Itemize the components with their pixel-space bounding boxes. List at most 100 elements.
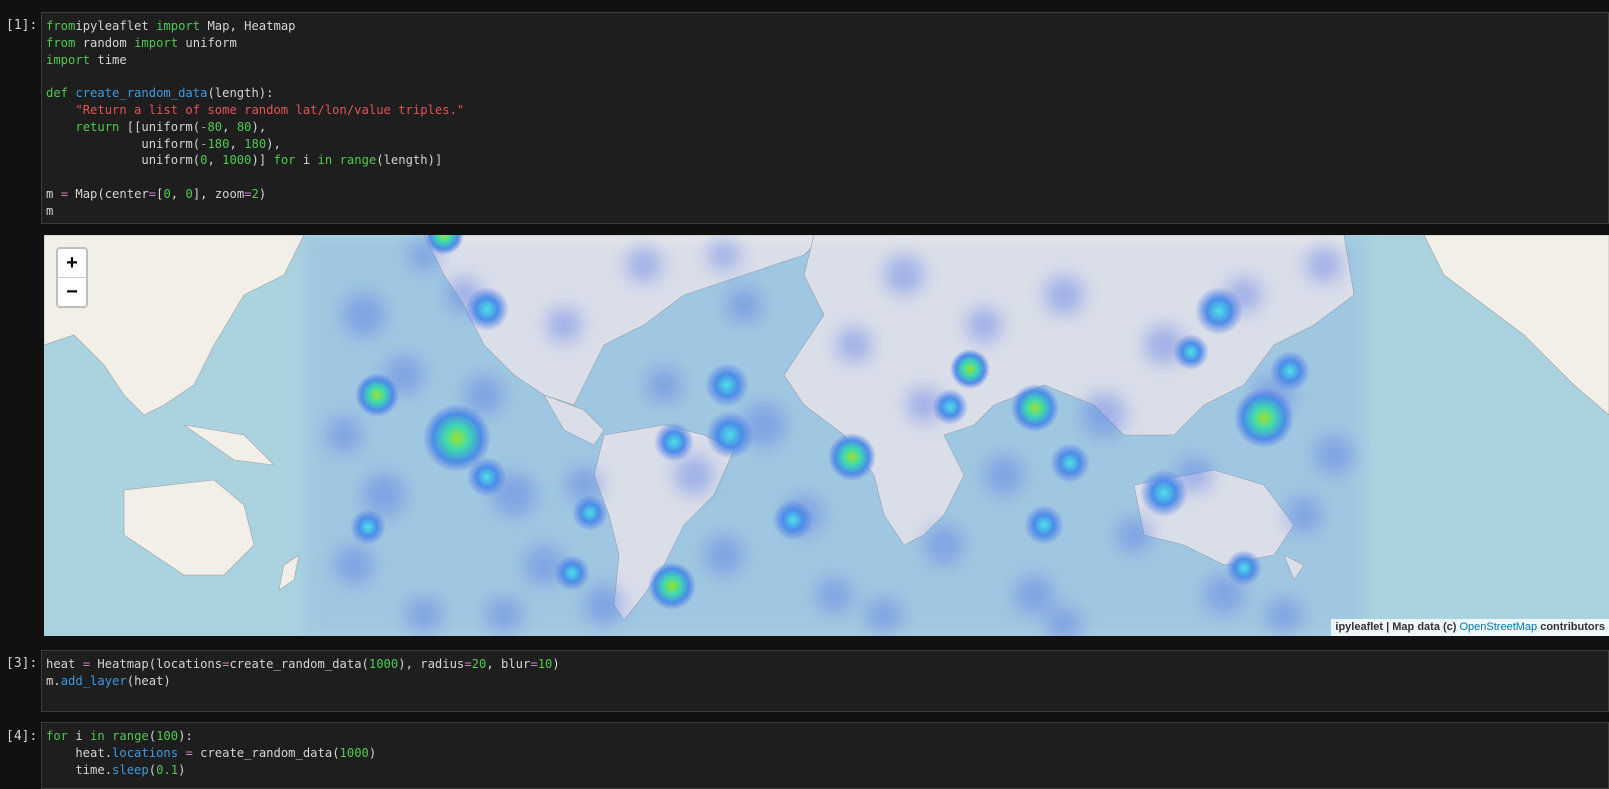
code-token: 1000	[339, 745, 369, 760]
code-token: from	[46, 19, 76, 33]
code-token: heat	[46, 657, 83, 671]
code-token: ipyleaflet	[75, 19, 157, 33]
code-token: =	[148, 186, 157, 201]
code-token: )]	[251, 153, 274, 168]
code-token: uniform	[178, 35, 237, 50]
code-token: 80	[236, 119, 252, 134]
code-token: uniform(	[46, 136, 201, 151]
code-token: 10	[537, 657, 553, 671]
code-token: m.	[46, 673, 61, 688]
code-token: 0.1	[156, 762, 179, 777]
code-token: (length)]	[376, 153, 443, 168]
zoom-out-button[interactable]: −	[58, 277, 86, 306]
code-token: for	[46, 729, 69, 743]
code-cell-4[interactable]: for i in range(100): heat.locations = cr…	[41, 722, 1609, 789]
code-token: )	[258, 186, 267, 201]
code-token: add_layer	[60, 673, 127, 688]
code-token: import	[46, 52, 91, 67]
code-token: ,	[170, 186, 186, 201]
code-token: import	[156, 19, 201, 33]
map-attribution: ipyleaflet | Map data (c) OpenStreetMap …	[1331, 619, 1609, 636]
attribution-suffix: contributors	[1537, 621, 1605, 633]
code-token: create_random_data(	[192, 745, 340, 760]
code-token: 2	[251, 186, 259, 201]
code-token: Map, Heatmap	[200, 19, 296, 33]
code-token: =	[244, 186, 252, 201]
code-token: in	[90, 729, 105, 743]
code-token: from	[46, 35, 76, 50]
code-token: ], zoom	[192, 186, 245, 201]
openstreetmap-link[interactable]: OpenStreetMap	[1460, 621, 1538, 633]
code-token: 180	[207, 136, 230, 151]
code-token: 180	[244, 136, 267, 151]
code-token: 1000	[222, 153, 252, 168]
code-token: =	[60, 186, 69, 201]
code-token: )	[368, 745, 377, 760]
code-token: ),	[266, 136, 281, 151]
code-token: ,	[207, 153, 223, 168]
cell-prompt: [3]:	[6, 656, 38, 671]
code-token: ,	[229, 136, 245, 151]
code-editor[interactable]: fromipyleaflet import Map, Heatmap from …	[42, 13, 1608, 225]
code-token: (	[148, 762, 157, 777]
code-token: =	[185, 745, 193, 760]
code-token: in	[317, 153, 333, 168]
code-token: )	[178, 762, 186, 777]
code-token: return	[75, 119, 120, 134]
code-token: create_random_data	[75, 86, 208, 101]
code-token: locations	[112, 745, 179, 760]
code-token: m	[46, 203, 54, 218]
code-token: 100	[156, 729, 179, 743]
cell-prompt: [1]:	[6, 18, 38, 33]
code-token: range	[112, 729, 149, 743]
cell-prompt: [4]:	[6, 729, 38, 744]
code-token: (heat)	[126, 673, 171, 688]
attribution-prefix: ipyleaflet | Map data (c)	[1335, 621, 1460, 633]
code-token: 20	[471, 657, 487, 671]
code-cell-3[interactable]: heat = Heatmap(locations=create_random_d…	[41, 650, 1609, 712]
code-token: m	[46, 186, 61, 201]
code-token: Heatmap(locations	[90, 657, 223, 671]
code-token: import	[134, 35, 179, 50]
code-editor[interactable]: heat = Heatmap(locations=create_random_d…	[42, 651, 1608, 695]
code-token: ,	[222, 119, 237, 134]
code-token: "Return a list of some random lat/lon/va…	[75, 102, 465, 117]
code-token: i	[68, 729, 91, 743]
code-token: def	[46, 86, 69, 101]
map-canvas[interactable]	[44, 235, 1609, 636]
code-token: uniform(	[46, 153, 201, 168]
code-token: range	[339, 153, 377, 168]
code-token: ):	[178, 729, 193, 743]
code-token: create_random_data(	[229, 657, 369, 671]
code-token: 80	[207, 119, 223, 134]
code-token: 0	[185, 186, 193, 201]
code-token: (	[148, 729, 157, 743]
code-token: , blur	[486, 657, 531, 671]
code-token: i	[295, 153, 318, 168]
code-token: ), radius	[398, 657, 465, 671]
code-token: time	[90, 52, 127, 67]
code-token: for	[273, 153, 296, 168]
code-token: )	[552, 657, 560, 671]
code-token: time.	[46, 762, 113, 777]
code-token: heat.	[46, 745, 113, 760]
zoom-control: + −	[56, 247, 88, 308]
zoom-in-button[interactable]: +	[58, 249, 86, 277]
code-token: (length):	[207, 86, 274, 101]
code-editor[interactable]: for i in range(100): heat.locations = cr…	[42, 723, 1608, 783]
code-cell-1[interactable]: fromipyleaflet import Map, Heatmap from …	[41, 12, 1609, 224]
code-token: Map(center	[68, 186, 149, 201]
map-widget[interactable]: + − ipyleaflet | Map data (c) OpenStreet…	[44, 235, 1609, 636]
code-token: 0	[163, 186, 171, 201]
code-token: =	[464, 657, 472, 671]
code-token: =	[82, 657, 91, 671]
code-token: =	[530, 657, 538, 671]
code-token: ),	[251, 119, 267, 134]
code-token: 1000	[368, 657, 399, 671]
code-token: [[uniform(	[119, 119, 201, 134]
code-token: random	[75, 35, 135, 50]
